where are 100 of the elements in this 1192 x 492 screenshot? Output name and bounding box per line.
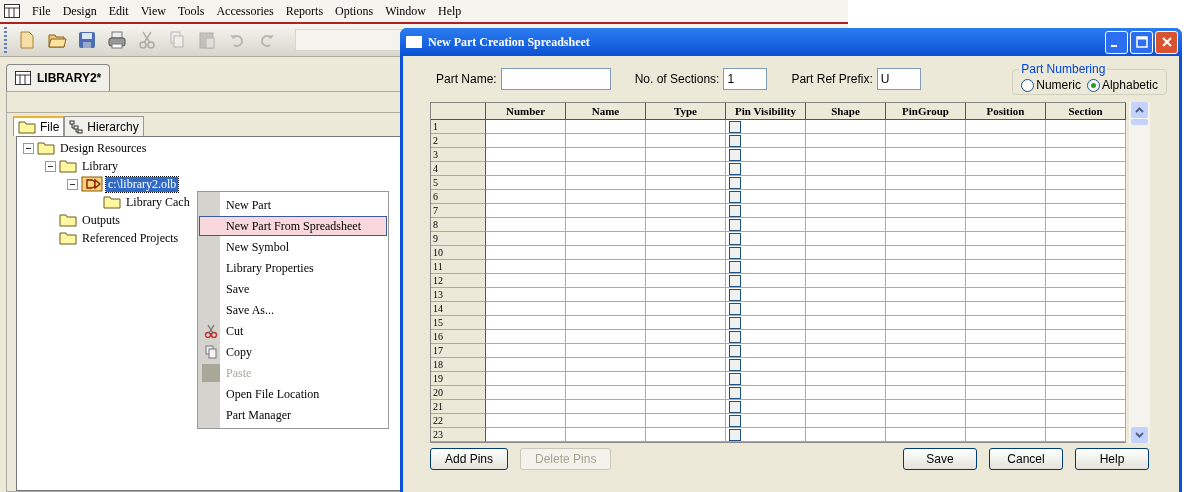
- table-cell[interactable]: [726, 260, 806, 274]
- table-cell[interactable]: [566, 246, 646, 260]
- table-cell[interactable]: [1046, 190, 1126, 204]
- table-cell[interactable]: [966, 176, 1046, 190]
- table-cell[interactable]: [486, 400, 566, 414]
- table-cell[interactable]: [566, 190, 646, 204]
- table-cell[interactable]: [1046, 148, 1126, 162]
- table-cell[interactable]: [726, 330, 806, 344]
- table-cell[interactable]: [726, 232, 806, 246]
- dialog-button[interactable]: Save: [903, 448, 977, 470]
- checkbox[interactable]: [729, 204, 741, 217]
- table-cell[interactable]: [646, 232, 726, 246]
- table-cell[interactable]: [806, 204, 886, 218]
- menu-item[interactable]: Copy: [199, 342, 387, 362]
- table-cell[interactable]: [886, 246, 966, 260]
- minimize-button[interactable]: [1105, 30, 1128, 54]
- checkbox[interactable]: [729, 386, 741, 399]
- table-cell[interactable]: [486, 120, 566, 134]
- table-cell[interactable]: [886, 120, 966, 134]
- checkbox[interactable]: [729, 302, 741, 315]
- checkbox[interactable]: [729, 260, 741, 273]
- tree-item[interactable]: Library: [80, 158, 120, 174]
- table-cell[interactable]: [646, 386, 726, 400]
- table-cell[interactable]: [886, 190, 966, 204]
- table-cell[interactable]: [806, 218, 886, 232]
- row-header[interactable]: 23: [431, 428, 486, 442]
- table-cell[interactable]: [726, 344, 806, 358]
- checkbox[interactable]: [729, 190, 741, 203]
- table-cell[interactable]: [726, 204, 806, 218]
- tree-item[interactable]: Design Resources: [58, 140, 149, 156]
- menu-item[interactable]: New Symbol: [199, 237, 387, 257]
- checkbox[interactable]: [729, 246, 741, 259]
- table-cell[interactable]: [966, 274, 1046, 288]
- table-cell[interactable]: [646, 428, 726, 442]
- checkbox[interactable]: [729, 218, 741, 231]
- table-cell[interactable]: [966, 232, 1046, 246]
- table-cell[interactable]: [726, 386, 806, 400]
- table-cell[interactable]: [566, 176, 646, 190]
- table-cell[interactable]: [806, 232, 886, 246]
- table-cell[interactable]: [566, 302, 646, 316]
- table-cell[interactable]: [886, 176, 966, 190]
- column-header[interactable]: Pin Visibility: [726, 103, 806, 120]
- table-cell[interactable]: [966, 316, 1046, 330]
- table-cell[interactable]: [966, 148, 1046, 162]
- menu-item[interactable]: New Part: [199, 195, 387, 215]
- dialog-button[interactable]: Cancel: [989, 448, 1063, 470]
- table-cell[interactable]: [646, 134, 726, 148]
- row-header[interactable]: 16: [431, 330, 486, 344]
- table-cell[interactable]: [566, 204, 646, 218]
- table-cell[interactable]: [726, 400, 806, 414]
- tree-item[interactable]: Outputs: [80, 212, 122, 228]
- tree-item[interactable]: c:\library2.olb: [106, 176, 179, 192]
- checkbox[interactable]: [729, 330, 741, 343]
- table-cell[interactable]: [1046, 414, 1126, 428]
- table-cell[interactable]: [726, 274, 806, 288]
- row-header[interactable]: 21: [431, 400, 486, 414]
- table-cell[interactable]: [566, 148, 646, 162]
- table-cell[interactable]: [1046, 274, 1126, 288]
- table-cell[interactable]: [646, 414, 726, 428]
- tree-item[interactable]: Referenced Projects: [80, 230, 181, 246]
- table-cell[interactable]: [486, 204, 566, 218]
- part-name-field[interactable]: [500, 68, 611, 90]
- table-cell[interactable]: [726, 246, 806, 260]
- table-cell[interactable]: [646, 288, 726, 302]
- table-cell[interactable]: [486, 428, 566, 442]
- table-cell[interactable]: [1046, 358, 1126, 372]
- table-cell[interactable]: [646, 120, 726, 134]
- table-cell[interactable]: [806, 120, 886, 134]
- checkbox[interactable]: [729, 344, 741, 357]
- collapse-toggle[interactable]: [45, 160, 56, 172]
- table-cell[interactable]: [646, 204, 726, 218]
- table-cell[interactable]: [966, 190, 1046, 204]
- column-header[interactable]: Section: [1046, 103, 1126, 120]
- table-cell[interactable]: [966, 120, 1046, 134]
- table-cell[interactable]: [486, 246, 566, 260]
- checkbox[interactable]: [729, 414, 741, 427]
- table-cell[interactable]: [486, 218, 566, 232]
- menu-item[interactable]: File: [32, 3, 51, 19]
- checkbox[interactable]: [729, 316, 741, 329]
- table-cell[interactable]: [1046, 288, 1126, 302]
- table-cell[interactable]: [486, 134, 566, 148]
- table-cell[interactable]: [886, 218, 966, 232]
- sections-field[interactable]: 1: [723, 68, 768, 90]
- table-cell[interactable]: [806, 134, 886, 148]
- table-cell[interactable]: [566, 372, 646, 386]
- table-cell[interactable]: [646, 302, 726, 316]
- table-cell[interactable]: [966, 302, 1046, 316]
- table-cell[interactable]: [566, 218, 646, 232]
- dialog-button[interactable]: Add Pins: [430, 448, 509, 470]
- table-cell[interactable]: [726, 134, 806, 148]
- toolbar-grip[interactable]: [4, 27, 7, 53]
- row-header[interactable]: 11: [431, 260, 486, 274]
- table-cell[interactable]: [486, 344, 566, 358]
- row-header[interactable]: 18: [431, 358, 486, 372]
- table-cell[interactable]: [1046, 302, 1126, 316]
- table-cell[interactable]: [1046, 246, 1126, 260]
- table-cell[interactable]: [966, 344, 1046, 358]
- table-cell[interactable]: [486, 316, 566, 330]
- table-cell[interactable]: [726, 372, 806, 386]
- menu-item[interactable]: Save As...: [199, 300, 387, 320]
